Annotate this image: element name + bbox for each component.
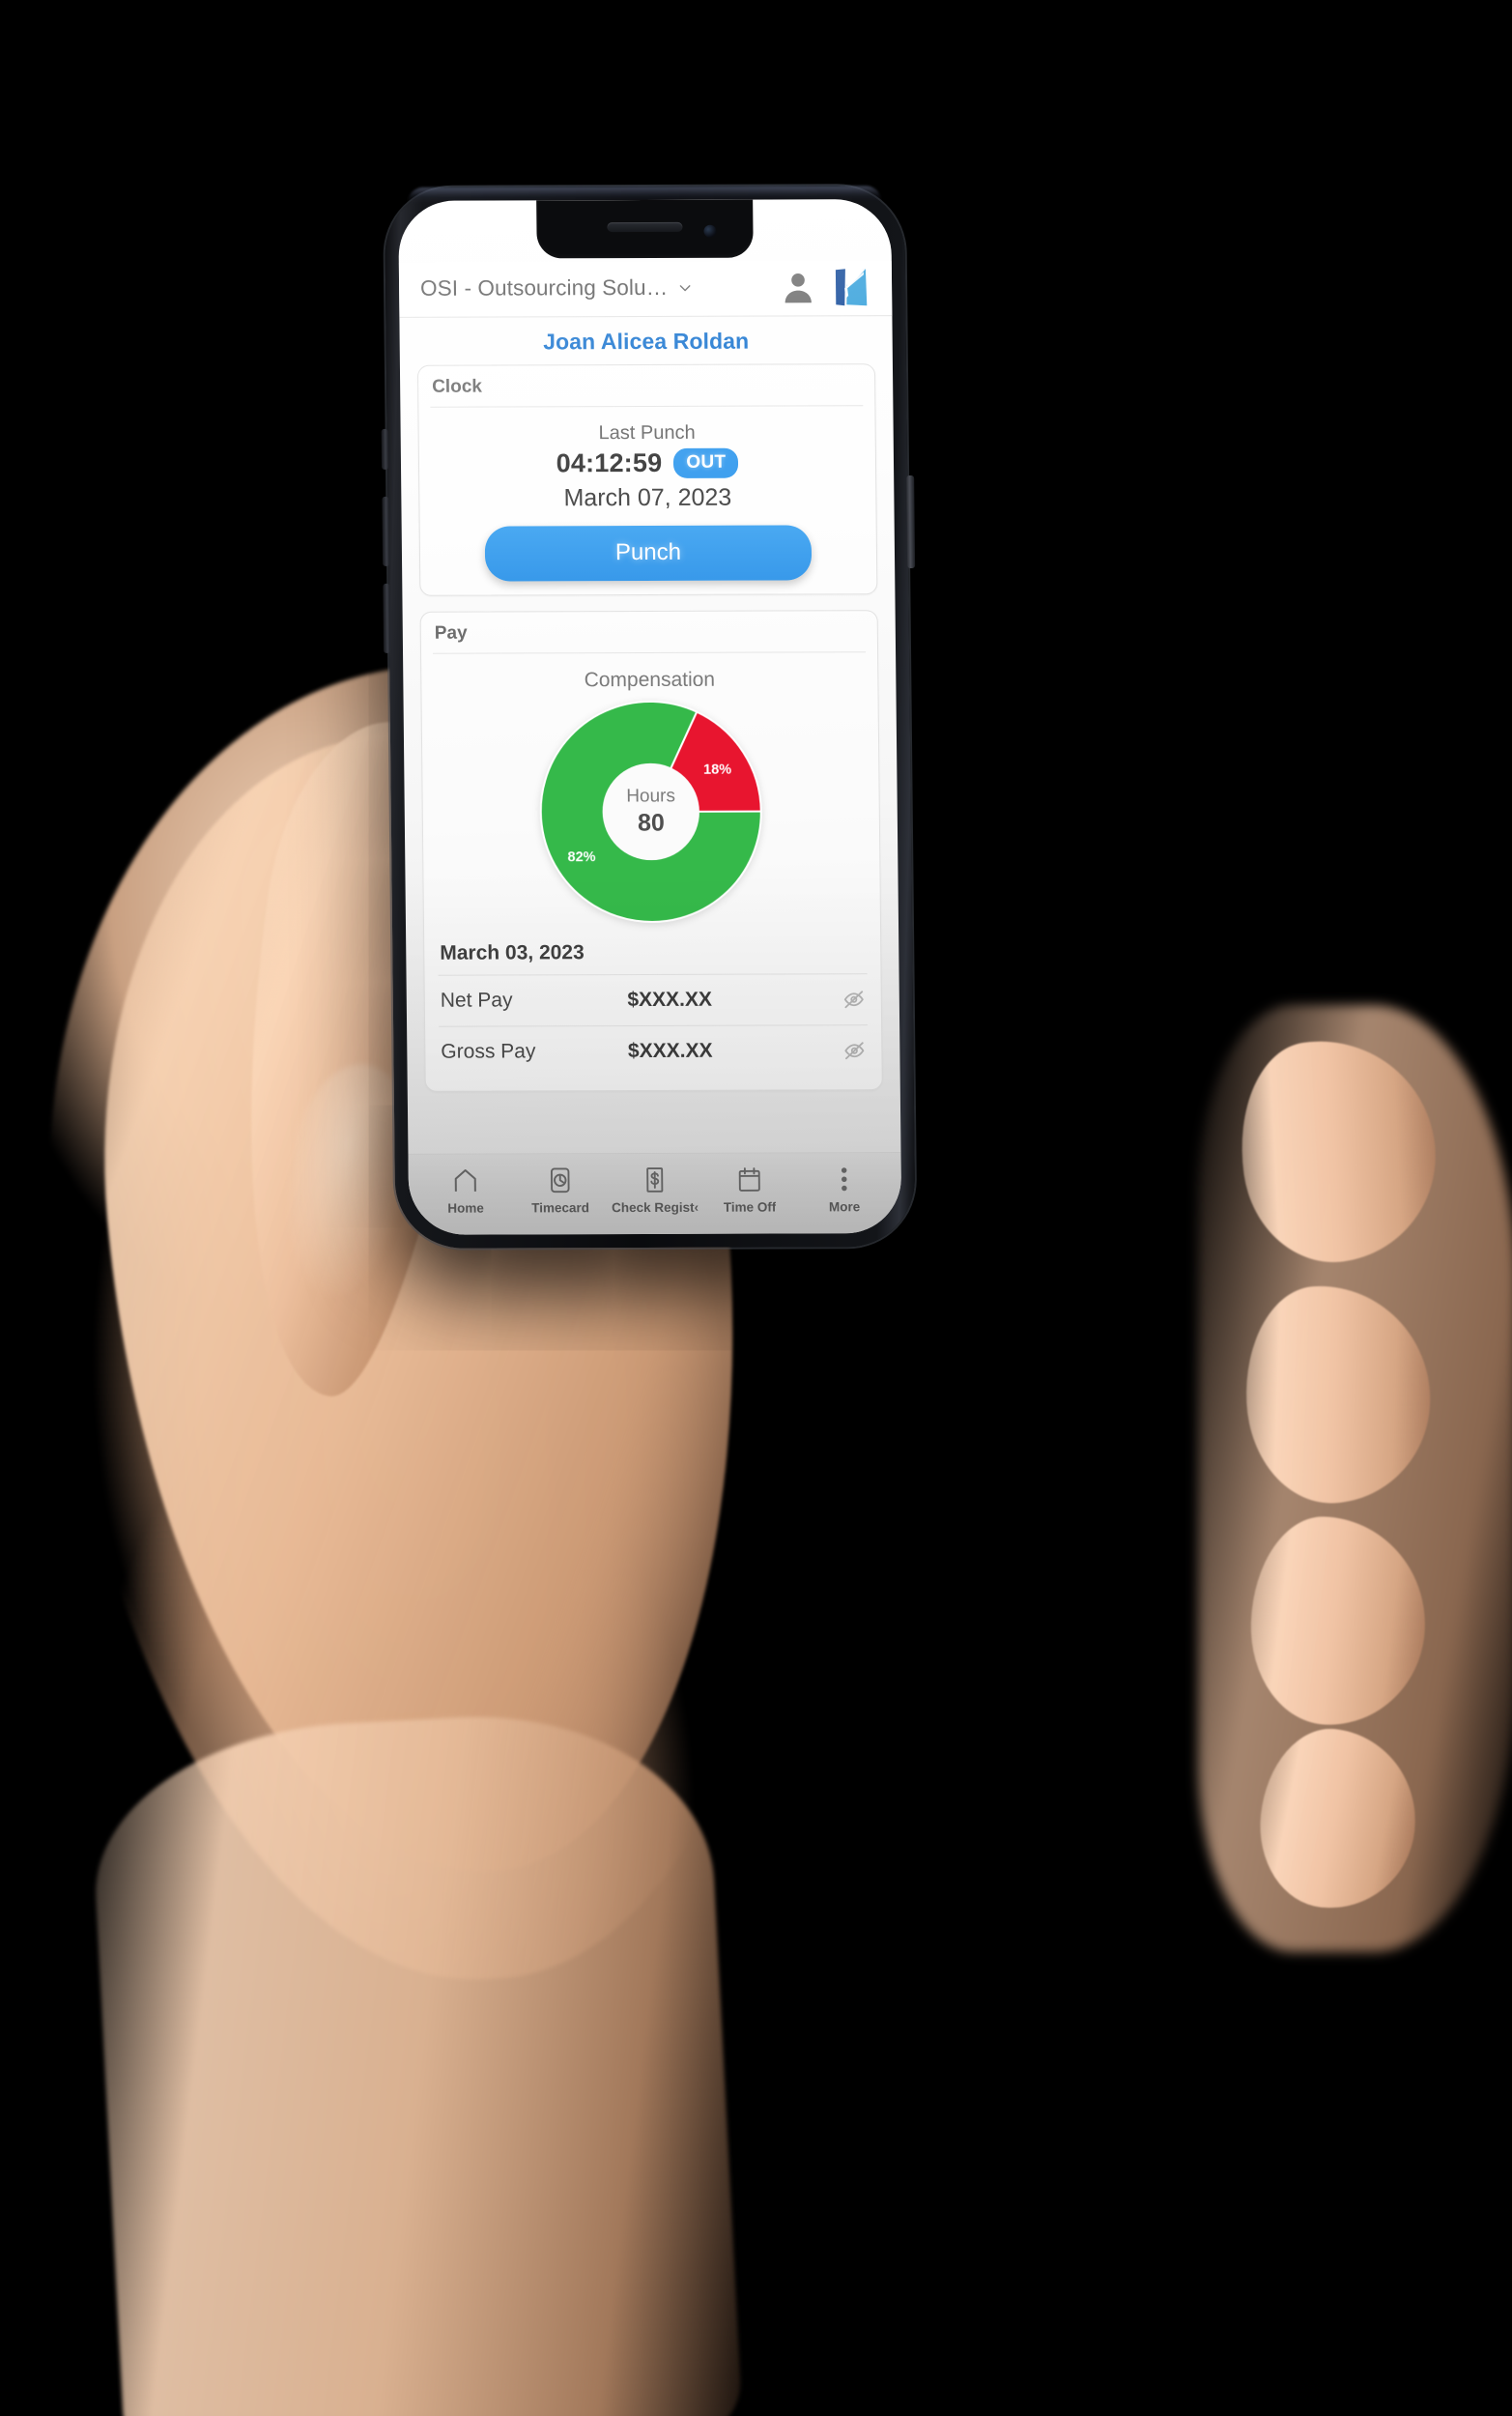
photo-scene: OSI - Outsourcing Solu… Joan Alicea Rold…	[0, 0, 1512, 2416]
hand-fingers-front	[0, 0, 1512, 2416]
